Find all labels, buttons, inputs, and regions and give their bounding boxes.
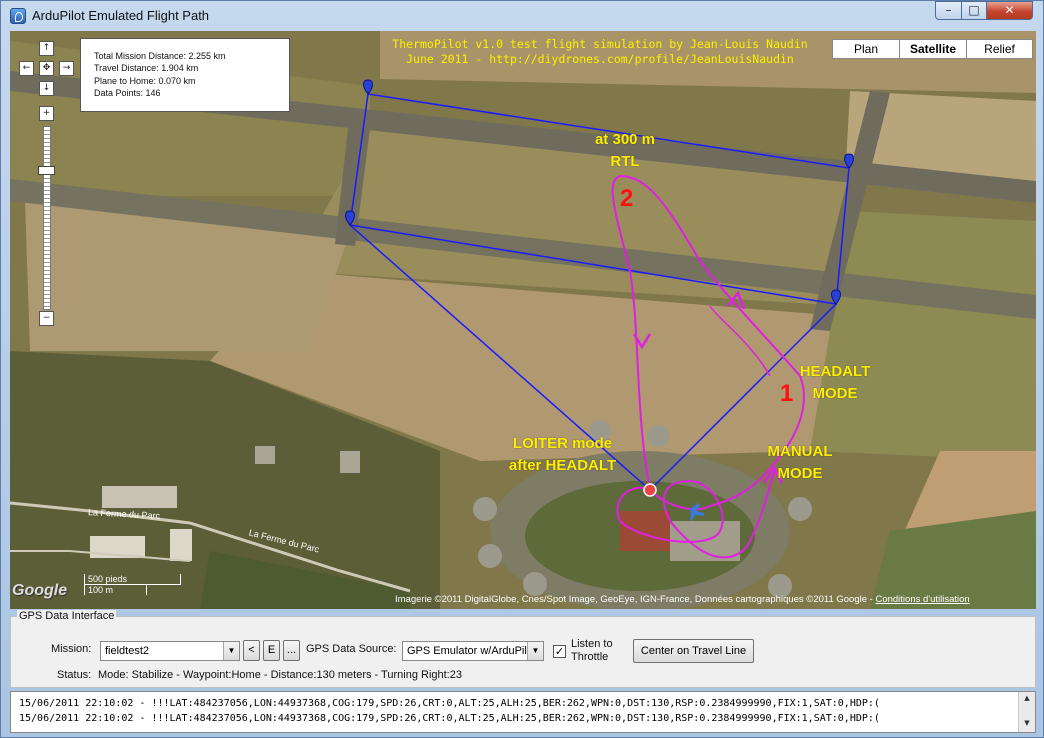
sim-title-line2: June 2011 - http://diydrones.com/profile… — [406, 52, 794, 66]
listen-throttle-label: Listen to Throttle — [571, 638, 613, 664]
log-line: 15/06/2011 22:10:02 - !!!LAT:484237056,L… — [19, 713, 880, 724]
info-data-points: Data Points: 146 — [94, 87, 161, 98]
gps-group-label: GPS Data Interface — [17, 610, 117, 622]
pan-center-icon[interactable]: ✥ — [39, 61, 54, 76]
mission-info-panel: Total Mission Distance: 2.255 km Travel … — [80, 38, 290, 112]
app-icon — [10, 8, 26, 24]
chevron-down-icon[interactable]: ▼ — [527, 642, 543, 660]
annotation-headalt-line1: HEADALT — [799, 363, 871, 380]
google-logo: Google — [12, 582, 68, 599]
annotation-rtl-line1: at 300 m — [594, 131, 656, 148]
map-imagery — [10, 31, 1036, 609]
annotation-headalt-line2: MODE — [812, 385, 858, 402]
annotation-loiter-line2: after HEADALT — [508, 457, 617, 474]
listen-throttle-checkbox[interactable]: ✓ — [553, 645, 566, 658]
gps-data-interface-group: GPS Data Interface Mission: fieldtest2 ▼… — [10, 610, 1036, 688]
log-scrollbar[interactable]: ▲ ▼ — [1018, 692, 1035, 732]
pan-down-icon[interactable]: ↓ — [39, 81, 54, 96]
map-type-satellite-button[interactable]: Satellite — [899, 39, 967, 59]
close-button[interactable]: ✕ — [986, 1, 1033, 20]
annotation-rtl-line2: RTL — [610, 153, 640, 170]
info-total-distance: Total Mission Distance: 2.255 km — [94, 51, 226, 61]
terms-link[interactable]: Conditions d'utilisation — [875, 594, 969, 605]
annotation-marker-2: 2 — [620, 185, 634, 212]
gps-source-value: GPS Emulator w/ArduPilo — [407, 645, 533, 657]
pan-right-icon[interactable]: → — [59, 61, 74, 76]
window-title: ArduPilot Emulated Flight Path — [32, 8, 210, 23]
map-scale: 500 pieds 100 m — [84, 574, 181, 595]
scale-feet: 500 pieds — [84, 574, 181, 585]
annotation-manual-line1: MANUAL — [767, 443, 833, 460]
chevron-down-icon[interactable]: ▼ — [223, 642, 239, 660]
map-type-plan-button[interactable]: Plan — [832, 39, 900, 59]
previous-mission-button[interactable]: < — [243, 640, 260, 661]
scroll-down-icon[interactable]: ▼ — [1019, 717, 1035, 730]
annotation-rtl: at 300 m RTL — [570, 129, 680, 173]
zoom-out-icon[interactable]: − — [39, 311, 54, 326]
pan-up-icon[interactable]: ↑ — [39, 41, 54, 56]
listen-throttle-line2: Throttle — [571, 651, 609, 663]
zoom-in-icon[interactable]: + — [39, 106, 54, 121]
info-plane-to-home: Plane to Home: 0.070 km — [94, 75, 196, 86]
mission-label: Mission: — [51, 643, 92, 655]
info-travel-distance: Travel Distance: 1.904 km — [94, 63, 199, 74]
zoom-slider-thumb[interactable] — [38, 166, 55, 175]
map-type-relief-button[interactable]: Relief — [966, 39, 1033, 59]
map-copyright: Imagerie ©2011 DigitalGlobe, Cnes/Spot I… — [395, 594, 970, 605]
simulation-title: ThermoPilot v1.0 test flight simulation … — [390, 37, 810, 67]
log-line: 15/06/2011 22:10:02 - !!!LAT:484237056,L… — [19, 698, 880, 709]
telemetry-log[interactable]: 15/06/2011 22:10:02 - !!!LAT:484237056,L… — [10, 691, 1036, 733]
mission-select-value: fieldtest2 — [105, 645, 150, 657]
mission-select[interactable]: fieldtest2 ▼ — [100, 641, 240, 661]
annotation-headalt: HEADALT MODE — [785, 361, 885, 405]
sim-title-line1: ThermoPilot v1.0 test flight simulation … — [392, 37, 808, 51]
gps-source-label: GPS Data Source: — [306, 643, 397, 655]
satellite-map[interactable]: Total Mission Distance: 2.255 km Travel … — [10, 31, 1036, 609]
status-label: Status: — [57, 669, 92, 681]
copyright-text: Imagerie ©2011 DigitalGlobe, Cnes/Spot I… — [395, 594, 876, 605]
scale-meters: 100 m — [84, 585, 147, 595]
maximize-button[interactable]: □ — [961, 1, 987, 20]
annotation-manual-line2: MODE — [777, 465, 823, 482]
annotation-manual: MANUAL MODE — [755, 441, 845, 485]
gps-source-select[interactable]: GPS Emulator w/ArduPilo ▼ — [402, 641, 544, 661]
status-value: Mode: Stabilize - Waypoint:Home - Distan… — [98, 669, 462, 681]
annotation-loiter: LOITER mode after HEADALT — [490, 433, 635, 477]
title-bar[interactable]: ArduPilot Emulated Flight Path – □ ✕ — [1, 1, 1043, 31]
edit-mission-button[interactable]: E — [263, 640, 280, 661]
annotation-loiter-line1: LOITER mode — [512, 435, 613, 452]
browse-mission-button[interactable]: ... — [283, 640, 300, 661]
scroll-up-icon[interactable]: ▲ — [1019, 692, 1035, 705]
pan-left-icon[interactable]: ← — [19, 61, 34, 76]
zoom-slider-track[interactable] — [43, 126, 51, 310]
app-window: ArduPilot Emulated Flight Path – □ ✕ Tot… — [0, 0, 1044, 738]
minimize-button[interactable]: – — [935, 1, 962, 20]
center-on-travel-line-button[interactable]: Center on Travel Line — [633, 639, 754, 663]
listen-throttle-line1: Listen to — [571, 638, 613, 650]
